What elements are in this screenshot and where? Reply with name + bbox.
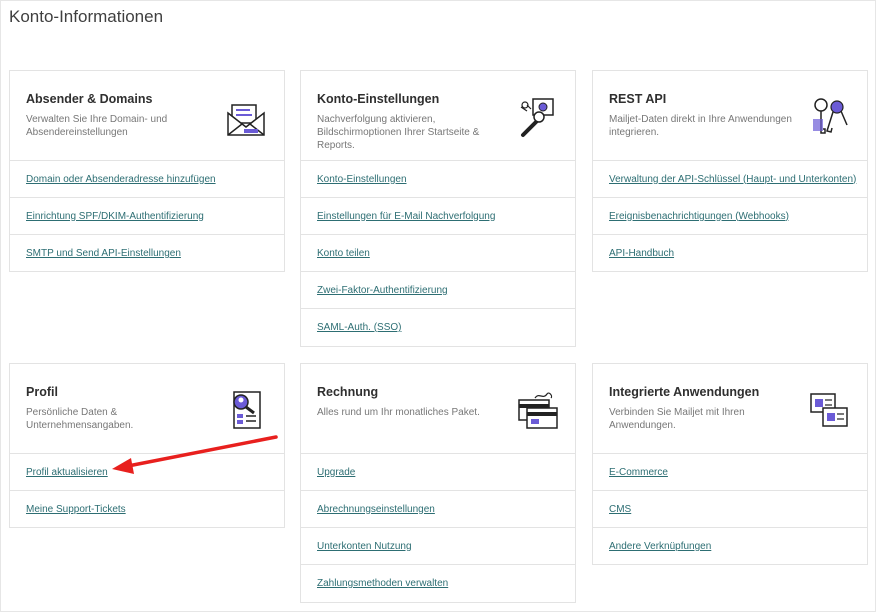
link-row: Profil aktualisieren xyxy=(10,454,284,491)
link-row: Zahlungsmethoden verwalten xyxy=(301,565,575,602)
card-header: REST API Mailjet-Daten direkt in Ihre An… xyxy=(593,71,867,161)
link-row: E-Commerce xyxy=(593,454,867,491)
link-row: Upgrade xyxy=(301,454,575,491)
link-row: SAML-Auth. (SSO) xyxy=(301,309,575,346)
spf-dkim-link[interactable]: Einrichtung SPF/DKIM-Authentifizierung xyxy=(26,211,204,222)
link-row: Konto-Einstellungen xyxy=(301,161,575,198)
billing-settings-link[interactable]: Abrechnungseinstellungen xyxy=(317,504,435,515)
card-sender-domains: Absender & Domains Verwalten Sie Ihre Do… xyxy=(9,70,285,272)
link-row: Konto teilen xyxy=(301,235,575,272)
link-row: SMTP und Send API-Einstellungen xyxy=(10,235,284,272)
email-tracking-settings-link[interactable]: Einstellungen für E-Mail Nachverfolgung xyxy=(317,211,495,222)
card-description: Nachverfolgung aktivieren, Bildschirmopt… xyxy=(317,114,480,151)
profile-search-icon xyxy=(233,391,261,429)
link-row: Meine Support-Tickets xyxy=(10,491,284,528)
card-header: Profil Persönliche Daten & Unternehmensa… xyxy=(10,364,284,454)
wrench-gear-icon xyxy=(520,98,554,137)
payment-methods-link[interactable]: Zahlungsmethoden verwalten xyxy=(317,578,448,589)
link-row: Abrechnungseinstellungen xyxy=(301,491,575,528)
link-row: Andere Verknüpfungen xyxy=(593,528,867,565)
card-integrations: Integrierte Anwendungen Verbinden Sie Ma… xyxy=(592,363,868,565)
card-profile: Profil Persönliche Daten & Unternehmensa… xyxy=(9,363,285,528)
webhooks-link[interactable]: Ereignisbenachrichtigungen (Webhooks) xyxy=(609,211,789,222)
smtp-settings-link[interactable]: SMTP und Send API-Einstellungen xyxy=(26,248,181,259)
envelope-letter-icon xyxy=(227,104,265,136)
card-title: Rechnung xyxy=(317,385,379,399)
cms-link[interactable]: CMS xyxy=(609,504,631,515)
link-row: Verwaltung der API-Schlüssel (Haupt- und… xyxy=(593,161,867,198)
card-header: Absender & Domains Verwalten Sie Ihre Do… xyxy=(10,71,284,161)
keys-icon xyxy=(813,98,848,134)
card-title: Konto-Einstellungen xyxy=(317,92,440,106)
link-row: API-Handbuch xyxy=(593,235,867,272)
other-integrations-link[interactable]: Andere Verknüpfungen xyxy=(609,541,711,552)
upgrade-link[interactable]: Upgrade xyxy=(317,467,355,478)
card-description: Alles rund um Ihr monatliches Paket. xyxy=(317,407,480,418)
card-title: Profil xyxy=(26,385,58,399)
card-title: Absender & Domains xyxy=(26,92,153,106)
card-header: Rechnung Alles rund um Ihr monatliches P… xyxy=(301,364,575,454)
card-header: Konto-Einstellungen Nachverfolgung aktiv… xyxy=(301,71,575,161)
link-row: Unterkonten Nutzung xyxy=(301,528,575,565)
account-settings-link[interactable]: Konto-Einstellungen xyxy=(317,174,407,185)
share-account-link[interactable]: Konto teilen xyxy=(317,248,370,259)
subaccount-usage-link[interactable]: Unterkonten Nutzung xyxy=(317,541,412,552)
link-row: Domain oder Absenderadresse hinzufügen xyxy=(10,161,284,198)
card-description: Verbinden Sie Mailjet mit Ihren Anwendun… xyxy=(609,407,745,431)
credit-card-icon xyxy=(518,392,558,429)
puzzle-cards-icon xyxy=(810,393,848,427)
card-header: Integrierte Anwendungen Verbinden Sie Ma… xyxy=(593,364,867,454)
card-billing: Rechnung Alles rund um Ihr monatliches P… xyxy=(300,363,576,603)
link-row: Einrichtung SPF/DKIM-Authentifizierung xyxy=(10,198,284,235)
support-tickets-link[interactable]: Meine Support-Tickets xyxy=(26,504,126,515)
add-domain-link[interactable]: Domain oder Absenderadresse hinzufügen xyxy=(26,174,216,185)
page-title: Konto-Informationen xyxy=(9,7,164,26)
link-row: Einstellungen für E-Mail Nachverfolgung xyxy=(301,198,575,235)
card-account-settings: Konto-Einstellungen Nachverfolgung aktiv… xyxy=(300,70,576,347)
ecommerce-link[interactable]: E-Commerce xyxy=(609,467,668,478)
card-description: Persönliche Daten & Unternehmensangaben. xyxy=(26,407,134,431)
card-description: Mailjet-Daten direkt in Ihre Anwendungen… xyxy=(609,114,792,138)
link-row: CMS xyxy=(593,491,867,528)
card-description: Verwalten Sie Ihre Domain- und Absendere… xyxy=(26,114,168,138)
api-keys-link[interactable]: Verwaltung der API-Schlüssel (Haupt- und… xyxy=(609,174,856,185)
api-guide-link[interactable]: API-Handbuch xyxy=(609,248,674,259)
saml-sso-link[interactable]: SAML-Auth. (SSO) xyxy=(317,322,401,333)
card-title: Integrierte Anwendungen xyxy=(609,385,760,399)
card-title: REST API xyxy=(609,92,667,106)
card-rest-api: REST API Mailjet-Daten direkt in Ihre An… xyxy=(592,70,868,272)
link-row: Ereignisbenachrichtigungen (Webhooks) xyxy=(593,198,867,235)
two-factor-auth-link[interactable]: Zwei-Faktor-Authentifizierung xyxy=(317,285,448,296)
link-row: Zwei-Faktor-Authentifizierung xyxy=(301,272,575,309)
update-profile-link[interactable]: Profil aktualisieren xyxy=(26,467,108,478)
